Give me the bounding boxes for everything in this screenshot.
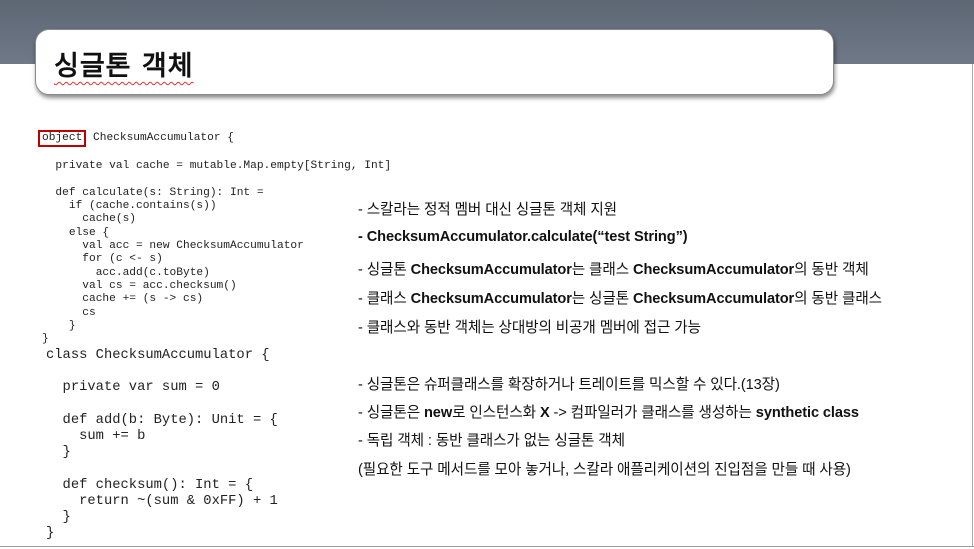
code-first-line: ChecksumAccumulator { (86, 132, 234, 144)
bullet-item: - 스칼라는 정적 멤버 대신 싱글톤 객체 지원 (358, 202, 617, 218)
bullet-item: - 독립 객체 : 동반 클래스가 없는 싱글톤 객체 (358, 433, 625, 449)
emphasis-text: ChecksumAccumulator.calculate(“test Stri… (366, 229, 688, 245)
emphasis-text: X (539, 405, 550, 421)
code-block-object: object ChecksumAccumulator { private val… (38, 130, 392, 346)
bullet-item: - 클래스 ChecksumAccumulator는 싱글톤 ChecksumA… (358, 291, 882, 307)
slide: 싱글톤 객체 object ChecksumAccumulator { priv… (0, 0, 974, 549)
bullet-item: - 클래스와 동반 객체는 상대방의 비공개 멤버에 접근 가능 (358, 320, 701, 336)
bullet-item: - 싱글톤은 슈퍼클래스를 확장하거나 트레이트를 믹스할 수 있다.(13장) (358, 377, 780, 393)
bullet-item: - 싱글톤 ChecksumAccumulator는 클래스 ChecksumA… (358, 262, 869, 278)
bullet-item: - ChecksumAccumulator.calculate(“test St… (358, 229, 688, 245)
title-box: 싱글톤 객체 (35, 29, 834, 95)
emphasis-text: ChecksumAccumulator (633, 262, 795, 278)
emphasis-text: ChecksumAccumulator (410, 291, 572, 307)
emphasis-text: synthetic class (755, 405, 859, 421)
emphasis-text: new (423, 405, 453, 421)
code-object-body: private val cache = mutable.Map.empty[St… (42, 160, 392, 346)
bullet-item: (필요한 도구 메서드를 모아 놓거나, 스칼라 애플리케이션의 진입점을 만들… (358, 462, 851, 478)
emphasis-text: ChecksumAccumulator (410, 262, 572, 278)
bullet-item: - 싱글톤은 new로 인스턴스화 X -> 컴파일러가 클래스를 생성하는 s… (358, 405, 859, 421)
slide-bottom-border (0, 546, 974, 547)
code-block-class: class ChecksumAccumulator { private var … (46, 348, 278, 542)
object-keyword-highlight: object (38, 130, 87, 147)
slide-edge (972, 64, 973, 546)
slide-title: 싱글톤 객체 (54, 51, 194, 82)
emphasis-text: ChecksumAccumulator (633, 291, 795, 307)
